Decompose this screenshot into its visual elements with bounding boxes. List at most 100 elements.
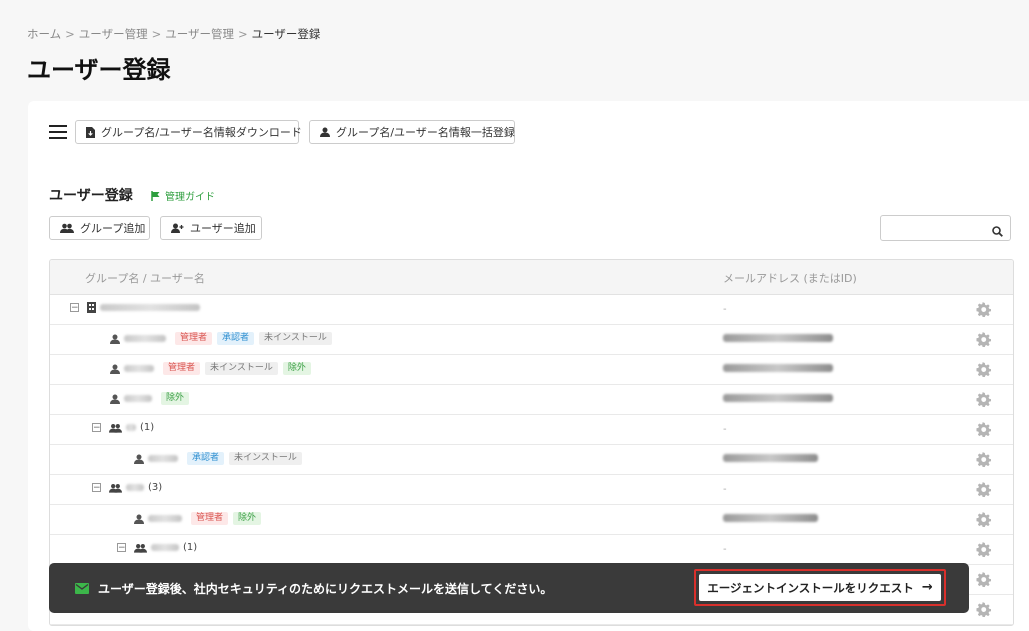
bulk-register-button[interactable]: グループ名/ユーザー名情報一括登録	[309, 120, 515, 144]
gear-icon[interactable]	[976, 392, 991, 410]
add-user-button[interactable]: ユーザー追加	[160, 216, 262, 240]
user-icon	[110, 334, 120, 344]
approver-badge: 承認者	[187, 452, 225, 465]
table-row[interactable]: 管理者 承認者 未インストール	[50, 325, 1013, 355]
collapse-toggle[interactable]: −	[92, 483, 101, 493]
row-email	[723, 334, 837, 345]
breadcrumb: ホーム > ユーザー管理 > ユーザー管理 > ユーザー登録	[27, 26, 320, 42]
search-input[interactable]	[885, 217, 989, 241]
group-icon	[109, 423, 122, 433]
management-guide-link[interactable]: 管理ガイド	[151, 188, 215, 203]
add-user-label: ユーザー追加	[190, 222, 256, 235]
member-count: (1)	[140, 422, 155, 433]
redacted-name	[148, 515, 182, 522]
request-agent-install-highlight: エージェントインストールをリクエスト →	[694, 569, 946, 606]
request-agent-install-label: エージェントインストールをリクエスト	[707, 580, 914, 595]
row-email	[723, 454, 822, 465]
redacted-email	[723, 394, 833, 402]
table-row[interactable]: 承認者 未インストール	[50, 445, 1013, 475]
redacted-name	[124, 335, 166, 342]
redacted-name	[100, 304, 200, 311]
collapse-toggle[interactable]: −	[92, 423, 101, 433]
download-names-button[interactable]: グループ名/ユーザー名情報ダウンロード	[75, 120, 302, 144]
gear-icon[interactable]	[976, 362, 991, 380]
column-header-name: グループ名 / ユーザー名	[85, 272, 205, 285]
gear-icon[interactable]	[976, 572, 991, 590]
member-count: (1)	[183, 542, 198, 553]
breadcrumb-user-management-2[interactable]: ユーザー管理	[165, 27, 234, 41]
add-group-label: グループ追加	[80, 222, 146, 235]
gear-icon[interactable]	[976, 512, 991, 530]
management-guide-label: 管理ガイド	[165, 192, 215, 203]
excluded-badge: 除外	[233, 512, 262, 525]
main-card: グループ名/ユーザー名情報ダウンロード グループ名/ユーザー名情報一括登録 ユー…	[28, 101, 1029, 631]
group-icon	[134, 543, 147, 553]
gear-icon[interactable]	[976, 452, 991, 470]
gear-icon[interactable]	[976, 332, 991, 350]
flag-icon	[151, 190, 160, 201]
toast-message-wrap: ユーザー登録後、社内セキュリティのためにリクエストメールを送信してください。	[75, 580, 552, 597]
building-icon	[87, 302, 96, 313]
breadcrumb-home[interactable]: ホーム	[27, 27, 61, 41]
admin-badge: 管理者	[175, 332, 213, 345]
gear-icon[interactable]	[976, 602, 991, 620]
breadcrumb-current: ユーザー登録	[251, 27, 321, 41]
approver-badge: 承認者	[217, 332, 255, 345]
row-email: -	[723, 484, 727, 495]
arrow-right-icon: →	[921, 580, 933, 595]
table-row[interactable]: − (3) -	[50, 475, 1013, 505]
breadcrumb-user-management[interactable]: ユーザー管理	[79, 27, 148, 41]
gear-icon[interactable]	[976, 542, 991, 560]
admin-badge: 管理者	[163, 362, 201, 375]
row-email: -	[723, 304, 727, 315]
redacted-email	[723, 364, 833, 372]
file-download-icon	[86, 126, 95, 138]
request-toast: ユーザー登録後、社内セキュリティのためにリクエストメールを送信してください。 エ…	[49, 563, 969, 613]
table-row[interactable]: − (1) -	[50, 415, 1013, 445]
user-icon	[134, 514, 144, 524]
section-title: ユーザー登録	[49, 188, 133, 204]
table-row[interactable]: 管理者 除外	[50, 505, 1013, 535]
redacted-name	[124, 365, 154, 372]
bulk-register-label: グループ名/ユーザー名情報一括登録	[336, 126, 515, 139]
user-icon	[110, 394, 120, 404]
table-row[interactable]: 除外	[50, 385, 1013, 415]
table-row[interactable]: − -	[50, 295, 1013, 325]
admin-badge: 管理者	[191, 512, 229, 525]
search-box	[880, 215, 1011, 241]
gear-icon[interactable]	[976, 302, 991, 320]
row-name: 除外	[110, 392, 190, 405]
breadcrumb-separator: >	[151, 27, 162, 41]
row-name: 管理者 除外	[134, 512, 262, 525]
page-title: ユーザー登録	[27, 56, 171, 84]
collapse-toggle[interactable]: −	[70, 303, 79, 313]
menu-icon[interactable]	[49, 125, 67, 141]
add-group-icon	[60, 223, 74, 233]
redacted-name	[126, 484, 144, 491]
search-icon[interactable]	[992, 222, 1003, 241]
member-count: (3)	[148, 482, 163, 493]
table-header: グループ名 / ユーザー名 メールアドレス (またはID)	[50, 260, 1013, 295]
download-names-label: グループ名/ユーザー名情報ダウンロード	[101, 126, 302, 139]
not-installed-badge: 未インストール	[205, 362, 278, 375]
gear-icon[interactable]	[976, 482, 991, 500]
excluded-badge: 除外	[282, 362, 311, 375]
group-icon	[109, 483, 122, 493]
row-name: 管理者 承認者 未インストール	[110, 332, 332, 345]
toast-message: ユーザー登録後、社内セキュリティのためにリクエストメールを送信してください。	[98, 582, 553, 596]
table-row[interactable]: − (1) -	[50, 535, 1013, 565]
add-group-button[interactable]: グループ追加	[49, 216, 150, 240]
table-row[interactable]: 管理者 未インストール 除外	[50, 355, 1013, 385]
row-email	[723, 394, 837, 405]
row-email	[723, 364, 837, 375]
breadcrumb-separator: >	[238, 27, 248, 41]
gear-icon[interactable]	[976, 422, 991, 440]
collapse-toggle[interactable]: −	[117, 543, 126, 553]
row-name: 管理者 未インストール 除外	[110, 362, 311, 375]
row-name: − (1)	[117, 542, 201, 553]
request-agent-install-button[interactable]: エージェントインストールをリクエスト →	[699, 574, 941, 601]
row-name: 承認者 未インストール	[134, 452, 302, 465]
excluded-badge: 除外	[161, 392, 190, 405]
redacted-name	[124, 395, 152, 402]
not-installed-badge: 未インストール	[229, 452, 302, 465]
